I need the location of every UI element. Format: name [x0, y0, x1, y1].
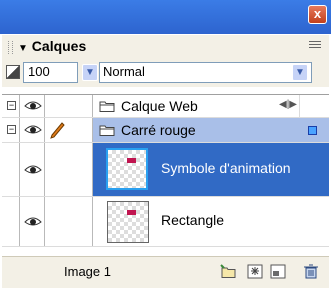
expand-toggle-icon[interactable]: − — [7, 101, 16, 110]
eye-icon[interactable] — [24, 100, 42, 112]
close-button[interactable]: x — [308, 5, 327, 24]
folder-icon — [99, 101, 115, 112]
eye-icon[interactable] — [24, 124, 42, 136]
panel-title[interactable]: ▼ Calques — [18, 38, 86, 54]
eye-icon[interactable] — [24, 216, 42, 228]
new-sublayer-icon[interactable] — [220, 264, 236, 279]
object-thumbnail[interactable] — [107, 201, 149, 243]
status-bar: Image 1 — [2, 256, 329, 288]
blend-mode-dropdown-icon[interactable]: ▼ — [292, 64, 308, 81]
panel-options-menu-icon[interactable] — [309, 41, 321, 52]
web-layer-indicator-icon: ◀|▶ — [279, 99, 297, 110]
expand-toggle-icon[interactable]: − — [7, 125, 16, 134]
opacity-icon — [6, 65, 20, 79]
collapse-arrow-icon[interactable]: ▼ — [18, 43, 28, 54]
layer-toolbar: 100 ▼ Normal ▼ — [2, 59, 329, 87]
blend-mode-value: Normal — [103, 64, 145, 79]
object-row[interactable]: Rectangle — [2, 197, 329, 247]
panel-grip-icon[interactable] — [8, 41, 13, 54]
pencil-icon[interactable] — [49, 121, 65, 139]
layers-panel: x ▼ Calques 100 ▼ Normal ▼ − Calque Web … — [0, 0, 331, 289]
panel-header: ▼ Calques — [2, 34, 329, 60]
layer-color-swatch-icon[interactable] — [308, 126, 317, 135]
object-row-selected[interactable]: Symbole d'animation — [2, 143, 329, 197]
opacity-input[interactable]: 100 — [23, 62, 78, 83]
opacity-dropdown-button[interactable]: ▼ — [82, 64, 98, 81]
object-name[interactable]: Symbole d'animation — [161, 160, 291, 176]
blend-mode-select[interactable]: Normal ▼ — [99, 62, 312, 83]
folder-icon — [99, 125, 115, 136]
layer-row-selected[interactable]: − Carré rouge — [2, 118, 329, 143]
layer-name[interactable]: Calque Web — [121, 98, 198, 114]
frame-label: Image 1 — [64, 264, 111, 279]
layer-row[interactable]: − Calque Web ◀|▶ — [2, 95, 329, 118]
layer-name[interactable]: Carré rouge — [121, 122, 196, 138]
layers-list: − Calque Web ◀|▶ − Carré rouge Symbole d… — [2, 94, 329, 257]
panel-title-label: Calques — [31, 38, 87, 54]
object-thumbnail[interactable] — [106, 148, 148, 190]
new-symbol-icon[interactable] — [247, 264, 263, 279]
eye-icon[interactable] — [24, 164, 42, 176]
trash-icon[interactable] — [303, 264, 319, 279]
window-titlebar: x — [0, 0, 331, 34]
object-name[interactable]: Rectangle — [161, 212, 224, 228]
new-layer-icon[interactable] — [270, 264, 286, 279]
